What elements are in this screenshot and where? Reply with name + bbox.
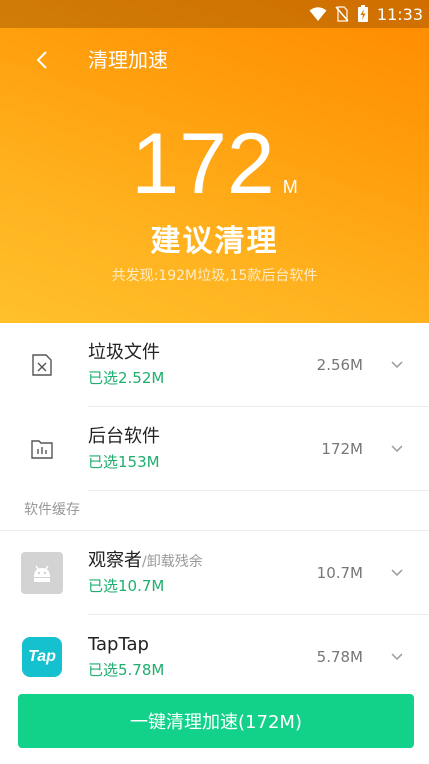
item-selected: 已选10.7M <box>88 577 165 595</box>
back-button[interactable] <box>28 46 56 74</box>
chevron-left-icon <box>36 51 47 69</box>
found-summary: 共发现:192M垃圾,15款后台软件 <box>111 268 318 284</box>
junk-amount-value: 172 <box>131 116 275 212</box>
item-size: 172M <box>321 440 363 458</box>
item-selected: 已选2.52M <box>88 369 165 387</box>
page-title: 清理加速 <box>88 48 168 72</box>
no-sim-icon <box>335 6 349 22</box>
item-size: 10.7M <box>316 564 363 582</box>
list-item-junk-files[interactable]: 垃圾文件 已选2.52M 2.56M <box>0 323 429 407</box>
app-name: 观察者 <box>88 550 142 571</box>
section-label: 软件缓存 <box>24 502 80 518</box>
list-item-app-guanchazhe[interactable]: 观察者/卸载残余 已选10.7M 10.7M <box>0 531 429 615</box>
item-name: 观察者/卸载残余 <box>88 548 203 575</box>
bottom-action-bar: 一键清理加速(172M) <box>0 680 429 764</box>
item-size: 5.78M <box>316 648 363 666</box>
advice-text: 建议清理 <box>150 224 279 259</box>
wifi-icon <box>309 7 327 21</box>
status-icons: 11:33 <box>309 0 423 28</box>
section-header-app-cache: 软件缓存 <box>0 491 429 531</box>
nav-bar: 清理加速 <box>0 28 429 92</box>
battery-charging-icon <box>357 5 368 22</box>
summary-header: 11:33 清理加速 172 M 建议清理 共发现:192M垃圾,15款后台软件 <box>0 0 429 323</box>
chevron-down-icon[interactable] <box>389 441 405 457</box>
status-time: 11:33 <box>376 4 423 24</box>
taptap-icon-text: Tap <box>28 648 56 665</box>
one-click-clean-button[interactable]: 一键清理加速(172M) <box>18 694 414 748</box>
trash-file-icon <box>32 354 52 376</box>
app-name: TapTap <box>88 634 149 655</box>
item-size: 2.56M <box>316 356 363 374</box>
taptap-app-icon: Tap <box>22 637 62 677</box>
junk-amount-unit: M <box>282 177 298 197</box>
cleanup-list: 垃圾文件 已选2.52M 2.56M 后台软件 已选153M 172M 软件缓存 <box>0 323 429 699</box>
folder-chart-icon <box>31 440 53 459</box>
status-bar: 11:33 <box>0 0 429 28</box>
list-item-background-apps[interactable]: 后台软件 已选153M 172M <box>0 407 429 491</box>
item-name: 后台软件 <box>88 426 160 447</box>
item-selected: 已选153M <box>88 453 160 471</box>
android-app-icon <box>21 552 63 594</box>
item-selected: 已选5.78M <box>88 661 165 679</box>
junk-amount: 172 M <box>0 116 429 212</box>
chevron-down-icon[interactable] <box>389 357 405 373</box>
app-name-suffix: /卸载残余 <box>142 554 203 570</box>
item-name: TapTap <box>88 632 149 659</box>
chevron-down-icon[interactable] <box>389 649 405 665</box>
item-name: 垃圾文件 <box>88 342 160 363</box>
chevron-down-icon[interactable] <box>389 565 405 581</box>
